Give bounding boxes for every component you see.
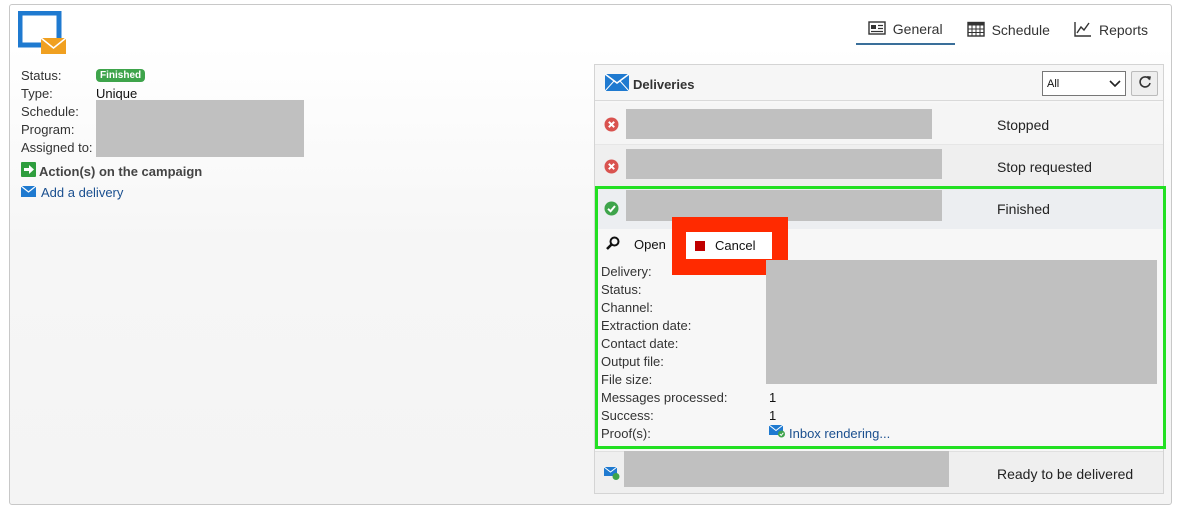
add-delivery-label: Add a delivery <box>41 185 124 200</box>
open-button-label: Open <box>634 237 666 252</box>
redacted-campaign-details <box>96 100 304 157</box>
open-button[interactable]: Open <box>606 236 666 253</box>
chevron-down-icon <box>1109 77 1121 89</box>
status-label: Status: <box>21 67 62 83</box>
type-value: Unique <box>96 85 138 101</box>
mail-icon <box>20 185 37 200</box>
detail-label: Status: <box>601 281 642 297</box>
cancel-button-label: Cancel <box>715 238 756 253</box>
status-badge: Finished <box>96 68 146 82</box>
detail-label: Success: <box>601 407 654 423</box>
cancel-button[interactable]: Cancel <box>686 232 772 259</box>
redacted-delivery-name <box>624 451 949 487</box>
tab-general-label: General <box>892 21 943 37</box>
detail-label: File size: <box>601 371 653 387</box>
detail-label: Proof(s): <box>601 425 651 441</box>
general-icon <box>868 20 886 39</box>
detail-success: Success: 1 <box>601 406 890 424</box>
magnifier-icon <box>606 236 620 253</box>
error-icon <box>604 159 619 174</box>
tab-general[interactable]: General <box>855 15 955 45</box>
detail-proofs: Proof(s): Inbox rendering... <box>601 424 890 442</box>
actions-heading: Action(s) on the campaign <box>21 162 202 180</box>
delivery-filter-value: All <box>1047 77 1060 90</box>
delivery-actions: Open <box>606 236 666 253</box>
detail-label: Extraction date: <box>601 317 692 333</box>
delivery-status: Stop requested <box>997 159 1092 175</box>
mail-ready-icon <box>603 466 620 481</box>
detail-label: Channel: <box>601 299 654 315</box>
refresh-icon <box>1138 75 1152 92</box>
schedule-label: Schedule: <box>21 103 79 119</box>
campaign-logo-icon <box>17 10 68 55</box>
mail-check-icon <box>768 424 786 441</box>
delivery-status: Ready to be delivered <box>997 466 1134 482</box>
arrow-right-icon <box>21 162 36 180</box>
assigned-label: Assigned to: <box>21 139 93 155</box>
program-label: Program: <box>21 121 75 137</box>
add-delivery-link[interactable]: Add a delivery <box>20 185 124 200</box>
inbox-rendering-link[interactable]: Inbox rendering... <box>768 424 891 441</box>
redacted-delivery-name <box>626 149 942 179</box>
chart-icon <box>1074 21 1092 40</box>
redacted-delivery-details <box>766 260 1157 384</box>
error-icon <box>604 117 619 132</box>
delivery-filter-select[interactable]: All <box>1042 71 1126 96</box>
tab-reports-label: Reports <box>1098 22 1148 38</box>
actions-heading-label: Action(s) on the campaign <box>39 163 203 179</box>
detail-value: 1 <box>769 407 777 423</box>
tab-schedule[interactable]: Schedule <box>955 15 1062 45</box>
detail-value: 1 <box>769 389 777 405</box>
type-label: Type: <box>21 85 53 101</box>
delivery-status: Stopped <box>997 117 1050 133</box>
status-row: Status: Finished <box>21 66 146 84</box>
detail-label: Output file: <box>601 353 664 369</box>
detail-label: Contact date: <box>601 335 679 351</box>
stop-icon <box>695 240 705 251</box>
calendar-icon <box>966 21 985 40</box>
redacted-delivery-name <box>626 109 932 139</box>
view-tabs: General Schedule Reports <box>855 15 1160 45</box>
detail-label: Delivery: <box>601 263 652 279</box>
deliveries-header: Deliveries All <box>595 65 1163 101</box>
mail-icon <box>604 73 630 94</box>
deliveries-title-label: Deliveries <box>633 76 695 92</box>
detail-label: Messages processed: <box>601 389 728 405</box>
inbox-rendering-label: Inbox rendering... <box>789 425 891 441</box>
tab-reports[interactable]: Reports <box>1062 15 1160 45</box>
tab-schedule-label: Schedule <box>991 22 1050 38</box>
detail-messages-processed: Messages processed: 1 <box>601 388 890 406</box>
refresh-button[interactable] <box>1131 71 1158 96</box>
deliveries-title: Deliveries <box>604 73 695 94</box>
